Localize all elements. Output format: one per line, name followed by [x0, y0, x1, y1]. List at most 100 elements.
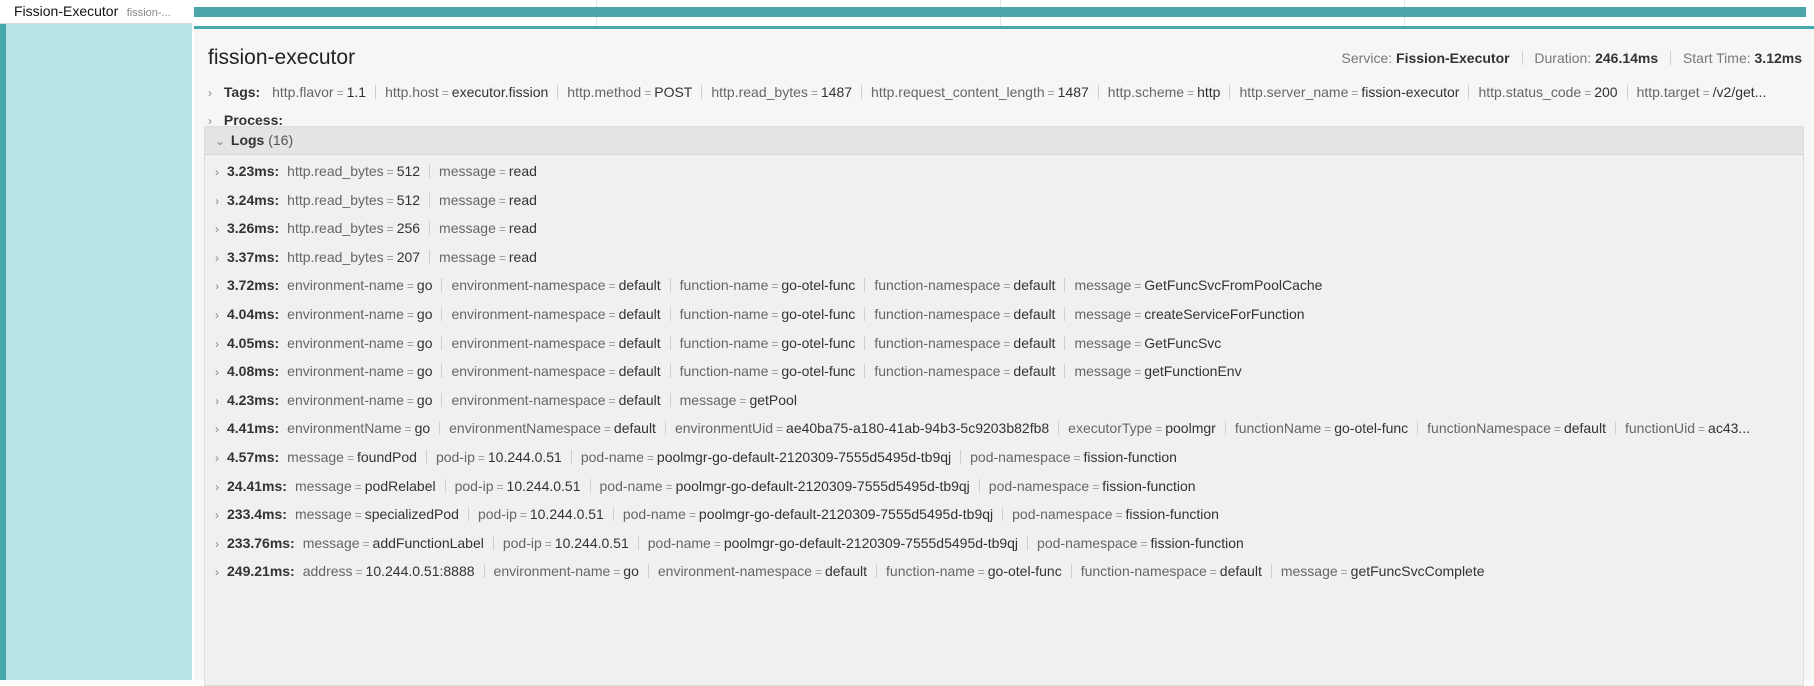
key-value-pair: environment-namespace = default: [451, 277, 660, 293]
divider: [589, 478, 591, 493]
key-value-pair: pod-ip = 10.244.0.51: [503, 535, 629, 551]
field-key: environmentUid: [674, 420, 774, 437]
divider: [861, 85, 863, 99]
chevron-right-icon: ›: [215, 393, 219, 408]
equals-sign: =: [1003, 279, 1011, 294]
log-entry[interactable]: › 4.05ms: environment-name = go environment-n…: [215, 335, 1787, 357]
field-value: 10.244.0.51: [554, 534, 629, 551]
field-value: ae40ba75-a180-41ab-94b3-5c9203b82fb8: [786, 420, 1050, 437]
field-value: read: [508, 191, 537, 208]
chevron-right-icon: ›: [215, 165, 219, 179]
log-entry[interactable]: › 3.24ms: http.read_bytes = 512 message = read: [215, 192, 1787, 214]
equals-sign: =: [776, 422, 784, 437]
field-key: function-name: [679, 277, 769, 294]
span-name-column: Fission-Executor fission-...: [0, 0, 192, 680]
field-key: function-namespace: [1080, 563, 1207, 580]
log-entry[interactable]: › 4.08ms: environment-name = go environment-n…: [215, 363, 1787, 385]
log-entry[interactable]: › 4.04ms: environment-name = go environment-n…: [215, 306, 1787, 328]
divider: [444, 478, 446, 493]
log-entry[interactable]: › 249.21ms: address = 10.244.0.51:8888 enviro…: [215, 563, 1787, 585]
logs-header[interactable]: ⌄ Logs (16): [205, 127, 1803, 155]
span-name-row[interactable]: Fission-Executor fission-...: [0, 0, 192, 24]
log-entry[interactable]: › 3.37ms: http.read_bytes = 207 message = read: [215, 249, 1787, 271]
divider: [701, 85, 703, 99]
key-value-pair: http.host = executor.fission: [385, 84, 548, 100]
field-key: message: [439, 220, 496, 237]
log-entry[interactable]: › 3.26ms: http.read_bytes = 256 message = read: [215, 220, 1787, 242]
field-value: GetFuncSvc: [1144, 334, 1222, 351]
key-value-pair: http.scheme = http: [1108, 84, 1221, 100]
divider: [1058, 421, 1060, 436]
divider: [1002, 507, 1004, 522]
key-value-pair: pod-name = poolmgr-go-default-2120309-7555…: [600, 478, 970, 494]
equals-sign: =: [771, 365, 779, 380]
divider: [864, 278, 866, 293]
span-timeline-row[interactable]: [192, 0, 1814, 26]
field-value: read: [508, 248, 537, 265]
equals-sign: =: [406, 279, 414, 294]
key-value-pair: function-name = go-otel-func: [886, 563, 1062, 579]
equals-sign: =: [498, 250, 506, 265]
chevron-right-icon: ›: [215, 508, 219, 523]
log-entry[interactable]: › 4.57ms: message = foundPod pod-ip = 10.244.0.…: [215, 449, 1787, 471]
equals-sign: =: [1351, 86, 1359, 100]
log-entry[interactable]: › 3.72ms: environment-name = go environment-n…: [215, 277, 1787, 299]
chevron-right-icon: ›: [215, 479, 219, 494]
span-duration-bar[interactable]: [194, 7, 1806, 17]
field-key: address: [302, 563, 353, 580]
log-timestamp: 3.26ms:: [227, 220, 280, 237]
field-key: function-namespace: [874, 363, 1001, 380]
service-name: Fission-Executor: [14, 3, 119, 19]
field-key: message: [302, 534, 360, 551]
equals-sign: =: [1003, 336, 1011, 351]
duration-meta-label: Duration:: [1534, 50, 1592, 66]
field-value: fission-function: [1150, 534, 1244, 551]
log-entry[interactable]: › 3.23ms: http.read_bytes = 512 message = read: [215, 163, 1787, 185]
field-key: pod-name: [647, 534, 711, 551]
field-key: environment-name: [287, 363, 404, 380]
field-value: 10.244.0.51: [529, 506, 604, 523]
tags-section[interactable]: › Tags: http.flavor = 1.1 http.host = executo…: [208, 84, 1798, 106]
field-value: go-otel-func: [781, 334, 856, 351]
chevron-right-icon: ›: [215, 451, 219, 465]
field-key: environment-namespace: [451, 277, 606, 294]
equals-sign: =: [386, 222, 394, 237]
field-value: executor.fission: [451, 84, 549, 100]
field-key: environment-namespace: [451, 391, 606, 408]
chevron-right-icon: ›: [215, 222, 219, 237]
field-key: http.read_bytes: [287, 248, 384, 265]
log-entry[interactable]: › 24.41ms: message = podRelabel pod-ip = 10.244…: [215, 478, 1787, 500]
equals-sign: =: [1187, 86, 1195, 100]
field-key: http.host: [385, 84, 439, 100]
log-entry[interactable]: › 4.41ms: environmentName = go environmentNam…: [215, 420, 1787, 442]
field-value: specializedPod: [364, 506, 459, 523]
divider: [439, 421, 441, 436]
field-value: /v2/get...: [1712, 84, 1767, 100]
field-value: default: [618, 334, 661, 351]
equals-sign: =: [1584, 86, 1592, 100]
equals-sign: =: [1047, 86, 1055, 100]
divider: [483, 564, 485, 579]
key-value-pair: message = getFunctionEnv: [1074, 363, 1241, 379]
equals-sign: =: [608, 279, 616, 294]
divider: [467, 507, 469, 522]
field-key: functionNamespace: [1427, 420, 1551, 437]
field-value: ac43...: [1708, 420, 1751, 437]
field-value: default: [618, 363, 661, 380]
key-value-pair: http.status_code = 200: [1478, 84, 1617, 100]
key-value-pair: http.server_name = fission-executor: [1239, 84, 1459, 100]
equals-sign: =: [608, 336, 616, 351]
log-entry[interactable]: › 4.23ms: environment-name = go environment-n…: [215, 392, 1787, 414]
field-value: go-otel-func: [987, 563, 1062, 580]
equals-sign: =: [1003, 308, 1011, 322]
key-value-pair: environment-namespace = default: [451, 335, 660, 351]
logs-count: (16): [268, 132, 294, 148]
log-timestamp: 3.37ms:: [227, 248, 280, 265]
equals-sign: =: [1698, 422, 1706, 437]
log-entry[interactable]: › 233.4ms: message = specializedPod pod-ip = 10…: [215, 506, 1787, 528]
log-entry[interactable]: › 233.76ms: message = addFunctionLabel pod-ip…: [215, 535, 1787, 557]
field-key: environmentName: [287, 420, 402, 437]
tags-list: http.flavor = 1.1 http.host = executor.fissio…: [272, 84, 1766, 100]
key-value-pair: message = addFunctionLabel: [303, 535, 484, 551]
field-value: read: [508, 163, 537, 179]
